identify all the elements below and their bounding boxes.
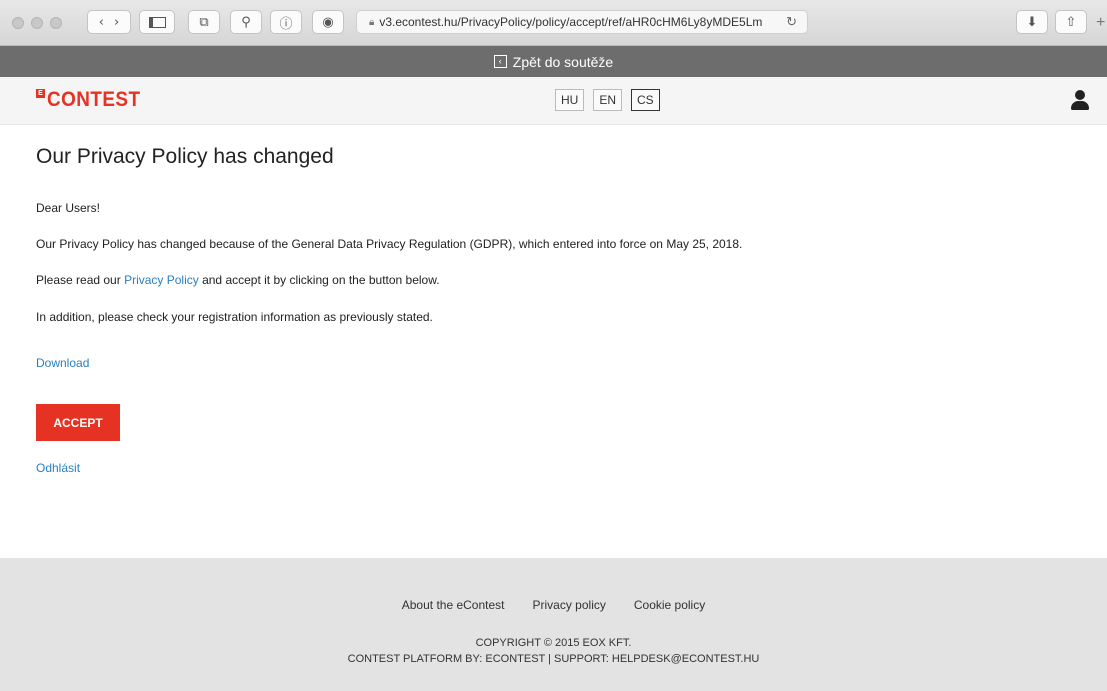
- share-icon: ⇧: [1065, 14, 1077, 30]
- download-link[interactable]: Download: [36, 356, 89, 370]
- privacy-policy-link[interactable]: Privacy Policy: [124, 273, 199, 287]
- browser-toolbar: ‹ › ⧉ ⚲ ⓘ ◉ 🔒︎ v3.econtest.hu/PrivacyPol…: [0, 0, 1107, 46]
- minimize-window-button[interactable]: [31, 17, 43, 29]
- page-title: Our Privacy Policy has changed: [36, 145, 334, 168]
- language-en[interactable]: EN: [593, 89, 623, 111]
- language-switcher: HU EN CS: [555, 89, 660, 111]
- share-button[interactable]: ⇧: [1055, 10, 1087, 34]
- close-window-button[interactable]: [12, 17, 24, 29]
- window-controls: [12, 17, 62, 29]
- back-to-contest-bar[interactable]: ‹ Zpět do soutěže: [0, 46, 1107, 77]
- footer-links: About the eContest Privacy policy Cookie…: [0, 598, 1107, 612]
- site-header: E CONTEST HU EN CS: [0, 77, 1107, 125]
- new-tab-button[interactable]: +: [1096, 14, 1105, 32]
- logo-mark: E: [36, 89, 45, 98]
- logout-link[interactable]: Odhlásit: [36, 461, 80, 475]
- tabs-icon: ⧉: [199, 14, 209, 30]
- extension-button[interactable]: ⓘ: [270, 10, 302, 34]
- footer: About the eContest Privacy policy Cookie…: [0, 558, 1107, 691]
- lock-icon: 🔒︎: [369, 16, 375, 28]
- reload-icon[interactable]: ↻: [786, 14, 797, 30]
- check-registration-text: In addition, please check your registrat…: [36, 310, 433, 324]
- chevron-left-icon[interactable]: ‹: [99, 15, 104, 30]
- address-bar[interactable]: 🔒︎ v3.econtest.hu/PrivacyPolicy/policy/a…: [356, 10, 808, 34]
- language-cs[interactable]: CS: [631, 89, 660, 111]
- language-hu[interactable]: HU: [555, 89, 585, 111]
- password-icon: ⓘ: [279, 16, 293, 32]
- copyright-text: COPYRIGHT © 2015 EOX KFT.: [475, 637, 632, 649]
- grammarly-button[interactable]: ◉: [312, 10, 344, 34]
- tabs-overview-button[interactable]: ⧉: [188, 10, 220, 34]
- footer-link-cookie[interactable]: Cookie policy: [634, 598, 705, 612]
- footer-copyright: COPYRIGHT © 2015 EOX KFT. CONTEST PLATFO…: [0, 635, 1107, 667]
- greeting-text: Dear Users!: [36, 201, 101, 215]
- econtest-logo[interactable]: E CONTEST: [36, 88, 151, 112]
- sidebar-icon: [148, 16, 166, 28]
- grammarly-icon: ◉: [322, 14, 334, 30]
- read-policy-text: Please read our Privacy Policy and accep…: [36, 273, 440, 287]
- back-to-contest-link[interactable]: Zpět do soutěže: [513, 54, 613, 70]
- policy-changed-text: Our Privacy Policy has changed because o…: [36, 237, 743, 251]
- search-button[interactable]: ⚲: [230, 10, 262, 34]
- footer-link-about[interactable]: About the eContest: [402, 598, 505, 612]
- url-text: v3.econtest.hu/PrivacyPolicy/policy/acce…: [379, 15, 763, 29]
- download-icon: ⬇: [1026, 14, 1038, 30]
- accept-button[interactable]: ACCEPT: [36, 404, 120, 441]
- user-icon[interactable]: [1071, 90, 1089, 110]
- zoom-window-button[interactable]: [50, 17, 62, 29]
- sidebar-button[interactable]: [139, 10, 175, 34]
- back-forward-buttons[interactable]: ‹ ›: [87, 10, 131, 34]
- chevron-left-box-icon: ‹: [493, 55, 507, 68]
- platform-text: CONTEST PLATFORM BY: ECONTEST | SUPPORT:…: [347, 653, 760, 665]
- logo-text: CONTEST: [47, 88, 141, 111]
- chevron-right-icon[interactable]: ›: [114, 15, 119, 30]
- footer-link-privacy[interactable]: Privacy policy: [533, 598, 606, 612]
- read-policy-suffix: and accept it by clicking on the button …: [198, 273, 440, 287]
- downloads-button[interactable]: ⬇: [1016, 10, 1048, 34]
- search-icon: ⚲: [241, 14, 251, 30]
- read-policy-prefix: Please read our: [36, 273, 125, 287]
